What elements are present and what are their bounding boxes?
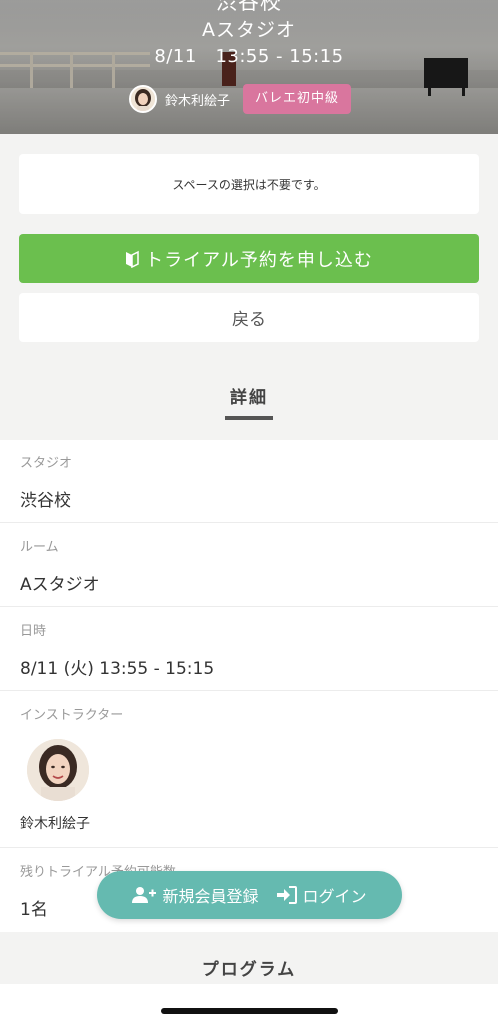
sign-in-icon [276, 886, 297, 904]
detail-label: ルーム [20, 540, 59, 555]
register-label: 新規会員登録 [162, 887, 259, 906]
hero-datetime: 8/11 13:55 - 15:15 [154, 46, 344, 67]
instructor-photo[interactable] [27, 739, 89, 801]
detail-label: スタジオ [20, 456, 73, 471]
detail-label: インストラクター [20, 708, 124, 723]
register-button[interactable]: 新規会員登録 [132, 883, 259, 907]
detail-label: 日時 [20, 624, 47, 639]
trial-reservation-button[interactable]: トライアル予約を申し込む [19, 234, 479, 283]
program-section-title: プログラム [201, 960, 297, 980]
login-label: ログイン [302, 887, 367, 906]
auth-floating-bar: 新規会員登録 ログイン [97, 871, 402, 919]
instructor-name: 鈴木利絵子 [20, 816, 90, 832]
detail-row-datetime: 日時 8/11 (火) 13:55 - 15:15 [0, 607, 498, 691]
login-button[interactable]: ログイン [276, 883, 367, 907]
bottom-area [0, 984, 498, 1024]
space-selection-notice: スペースの選択は不要です。 [19, 154, 479, 214]
hero-instructor-name: 鈴木利絵子 [165, 93, 231, 109]
detail-value: 8/11 (火) 13:55 - 15:15 [20, 659, 215, 679]
back-label: 戻る [232, 310, 266, 330]
details-list: スタジオ 渋谷校 ルーム Aスタジオ 日時 8/11 (火) 13:55 - 1… [0, 440, 498, 932]
detail-value: Aスタジオ [20, 575, 100, 595]
details-section-title: 詳細 [230, 388, 268, 408]
details-title-underline [225, 416, 273, 420]
detail-value: 渋谷校 [20, 491, 71, 511]
class-level-tag: バレエ初中級 [243, 84, 352, 114]
hero-school-name: 渋谷校 [216, 0, 282, 14]
trial-reservation-label: トライアル予約を申し込む [145, 249, 373, 271]
add-user-icon [132, 887, 157, 903]
detail-row-room: ルーム Aスタジオ [0, 523, 498, 607]
instructor-avatar [129, 85, 157, 113]
back-button[interactable]: 戻る [19, 293, 479, 342]
detail-value: 1名 [20, 900, 48, 920]
hero-room-name: Aスタジオ [202, 19, 296, 41]
home-indicator[interactable] [161, 1008, 338, 1014]
detail-row-studio: スタジオ 渋谷校 [0, 440, 498, 523]
studio-hero-banner: 渋谷校 Aスタジオ 8/11 13:55 - 15:15 鈴木利絵子 バレエ初中… [0, 0, 498, 134]
hero-instructor: 鈴木利絵子 バレエ初中級 [129, 84, 352, 114]
beginner-mark-icon [126, 250, 139, 268]
